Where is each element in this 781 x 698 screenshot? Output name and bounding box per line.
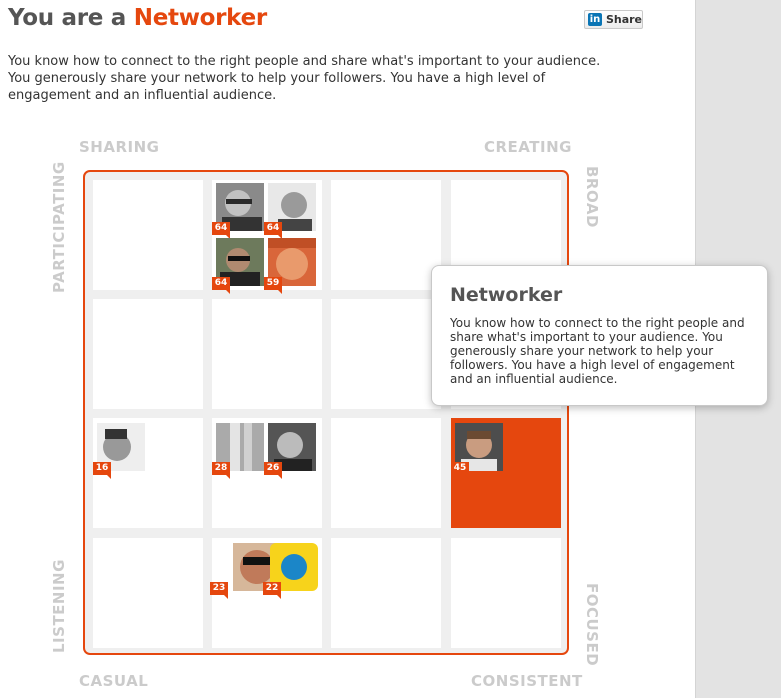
share-label: Share (605, 13, 642, 26)
title-type: Networker (133, 5, 267, 31)
type-tooltip: Networker You know how to connect to the… (431, 265, 768, 406)
matrix-cell[interactable] (331, 418, 441, 528)
linkedin-share-button[interactable]: in Share (584, 10, 643, 29)
score-badge: 23 (210, 582, 228, 599)
tooltip-text: You know how to connect to the right peo… (450, 316, 745, 386)
score-badge: 22 (263, 582, 281, 599)
matrix-cell[interactable] (93, 180, 203, 290)
axis-label-focused: FOCUSED (583, 583, 601, 667)
axis-label-casual: CASUAL (79, 672, 149, 690)
score-badge: 16 (93, 462, 111, 479)
matrix-cell[interactable] (331, 299, 441, 409)
axis-label-creating: CREATING (484, 138, 572, 156)
score-badge: 45 (451, 462, 469, 479)
klout-style-matrix: 64 64 64 59 16 28 26 45 23 22 (83, 170, 569, 655)
matrix-cell[interactable] (331, 538, 441, 648)
axis-label-participating: PARTICIPATING (50, 161, 68, 293)
axis-label-sharing: SHARING (79, 138, 160, 156)
linkedin-icon: in (588, 13, 602, 26)
matrix-cell[interactable] (451, 538, 561, 648)
matrix-cell[interactable] (212, 299, 322, 409)
matrix-cell[interactable] (93, 538, 203, 648)
title-prefix: You are a (8, 5, 127, 31)
axis-label-consistent: CONSISTENT (471, 672, 583, 690)
axis-label-broad: BROAD (583, 166, 601, 228)
matrix-cell[interactable] (93, 299, 203, 409)
score-badge: 64 (212, 277, 230, 294)
score-badge: 26 (264, 462, 282, 479)
page-title: You are a Networker (8, 5, 267, 31)
score-badge: 64 (264, 222, 282, 239)
score-badge: 59 (264, 277, 282, 294)
score-badge: 28 (212, 462, 230, 479)
type-description: You know how to connect to the right peo… (8, 54, 601, 103)
axis-label-listening: LISTENING (50, 559, 68, 653)
tooltip-title: Networker (450, 284, 563, 306)
matrix-cell[interactable] (331, 180, 441, 290)
score-badge: 64 (212, 222, 230, 239)
